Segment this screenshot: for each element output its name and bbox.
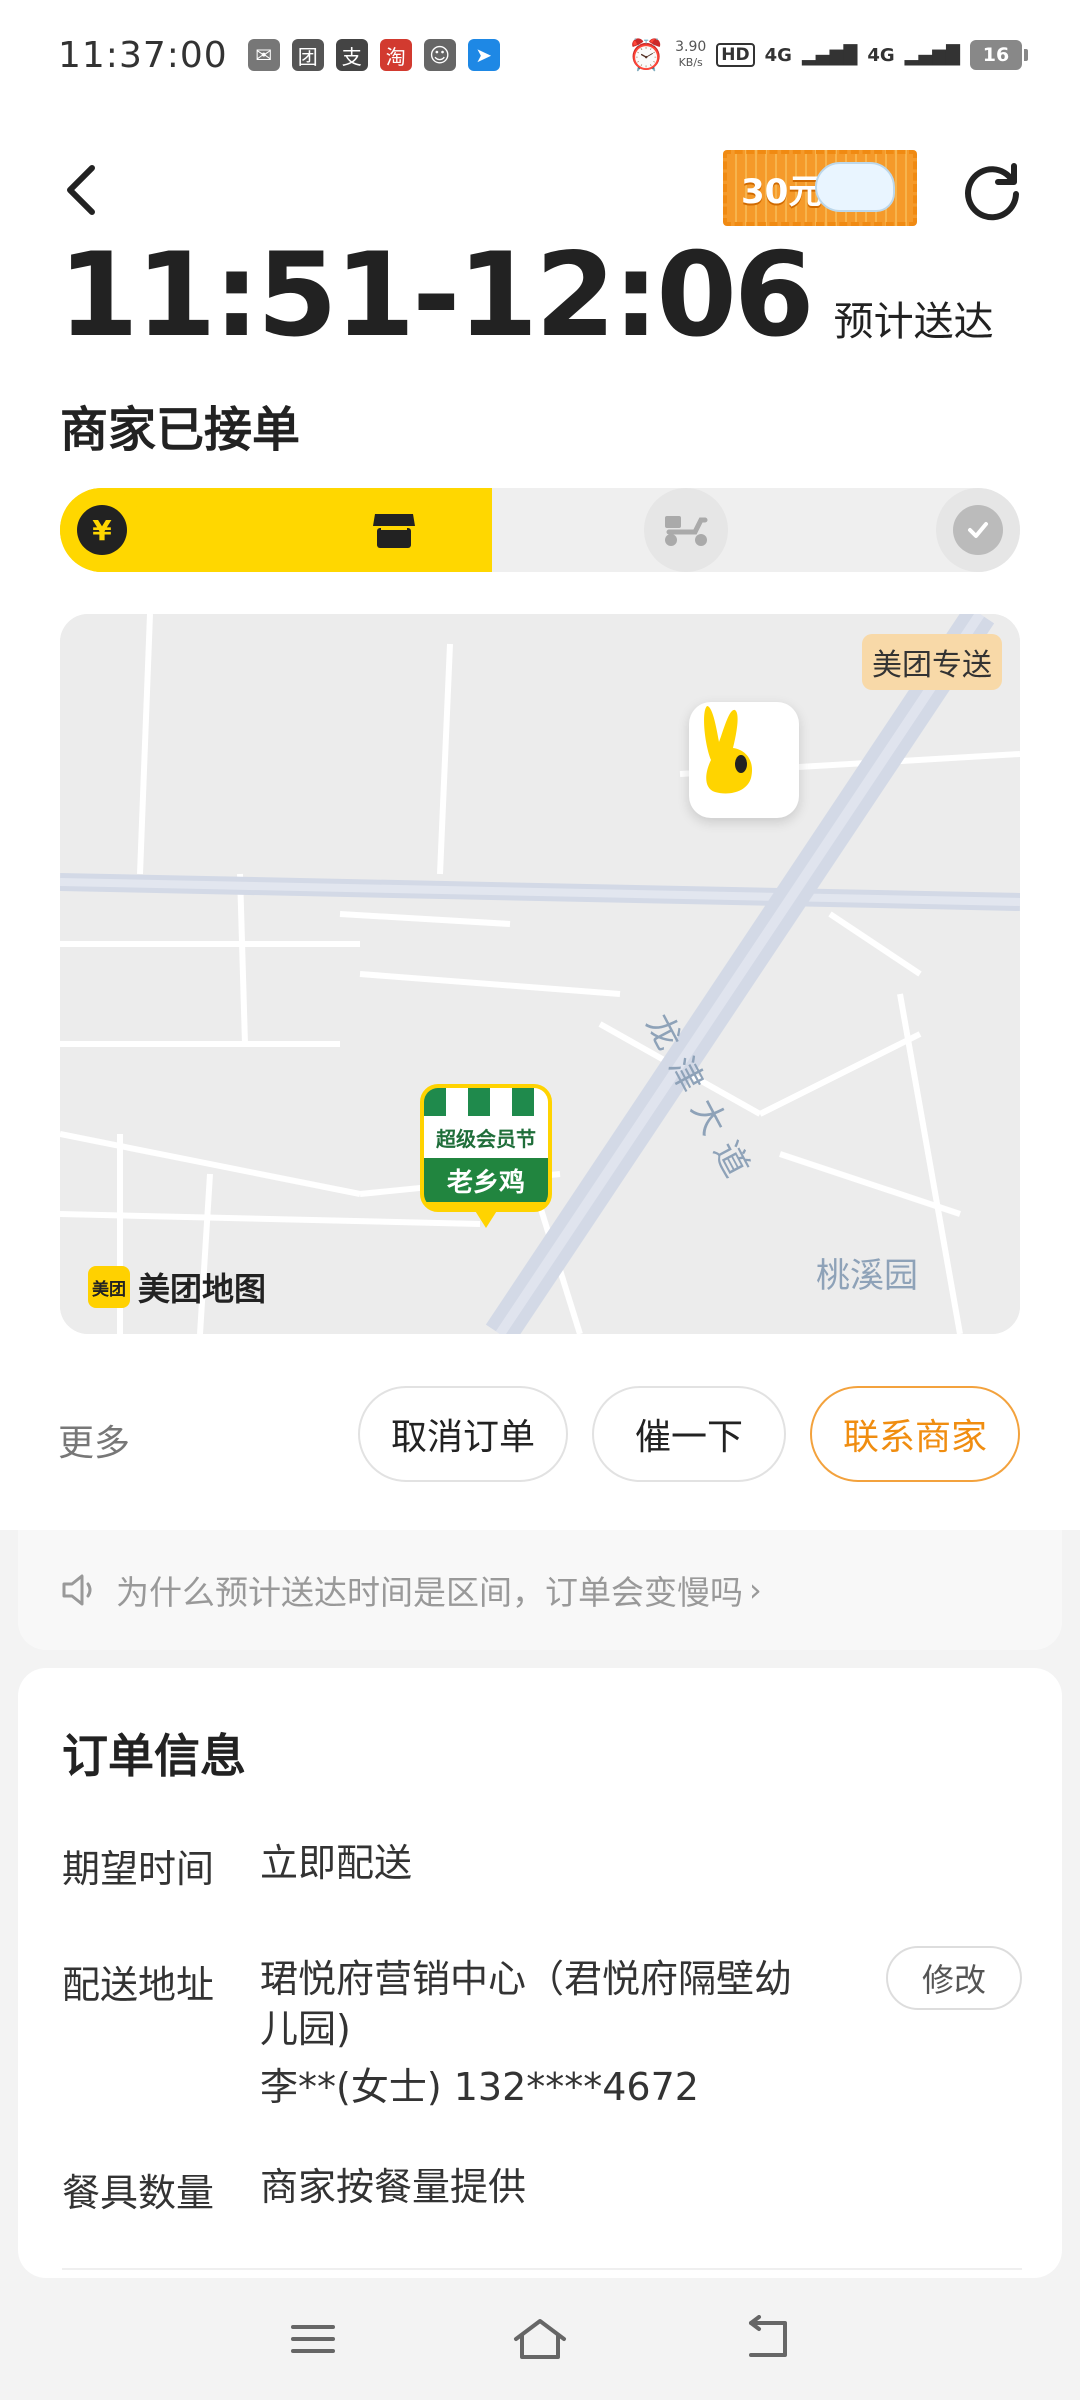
- refresh-button[interactable]: [962, 160, 1024, 222]
- chevron-right-icon: ›: [749, 1571, 762, 1609]
- wechat-icon: ☺: [423, 39, 456, 71]
- hd-badge: HD: [716, 43, 755, 67]
- delivery-progress: ¥: [60, 488, 1020, 572]
- home-button[interactable]: [505, 2304, 575, 2374]
- shop-pin-tail: [472, 1206, 500, 1228]
- order-actions: 更多 取消订单 催一下 联系商家: [0, 1386, 1080, 1482]
- bird-mascot-icon: [815, 162, 895, 212]
- alipay-icon: 支: [335, 39, 368, 71]
- shop-card: 超级会员节 老乡鸡: [420, 1084, 552, 1212]
- expected-time-label: 期望时间: [62, 1847, 215, 1891]
- order-info-title: 订单信息: [62, 1729, 246, 1783]
- map-place-label: 桃溪园: [816, 1256, 918, 1296]
- signal-icon-2: ▂▄▆█: [904, 44, 960, 66]
- map-logo: 美团 美团地图: [88, 1264, 266, 1310]
- shop-banner-text: 超级会员节: [436, 1126, 536, 1151]
- tableware-label: 餐具数量: [62, 2171, 215, 2215]
- refresh-icon: [965, 163, 1019, 221]
- check-shield-icon: [953, 505, 1003, 555]
- net-type-2: 4G: [867, 44, 895, 66]
- status-time: 11:37:00: [58, 34, 228, 76]
- store-icon: [369, 505, 419, 555]
- eta-time: 11:51-12:06: [58, 228, 815, 363]
- expected-time-value: 立即配送: [260, 1841, 413, 1885]
- step-paid: ¥: [60, 488, 144, 572]
- battery-icon: 16: [970, 40, 1028, 70]
- message-icon: ➤: [467, 39, 500, 71]
- step-merchant: [352, 488, 436, 572]
- kangaroo-mascot-icon: [704, 706, 753, 794]
- notification-icons: ✉ 团 支 淘 ☺ ➤: [247, 39, 500, 71]
- contact-line: 李**(女士) 132****4672: [260, 2065, 699, 2109]
- order-info-card: 订单信息 期望时间 立即配送 配送地址 珺悦府营销中心（君悦府隔壁幼 儿园) 李…: [18, 1668, 1062, 2278]
- net-speed: 3.90 KB/s: [675, 40, 706, 70]
- taobao-icon: 淘: [379, 39, 412, 71]
- speaker-icon: [62, 1574, 92, 1606]
- address-line-1: 珺悦府营销中心（君悦府隔壁幼: [260, 1957, 793, 2001]
- chevron-left-icon: [67, 165, 95, 215]
- tableware-value: 商家按餐量提供: [260, 2165, 527, 2209]
- map-logo-text: 美团地图: [138, 1270, 267, 1308]
- menu-button[interactable]: [278, 2304, 348, 2374]
- home-icon: [513, 2319, 566, 2359]
- shop-marker[interactable]: 超级会员节 老乡鸡: [420, 1084, 552, 1234]
- shop-banner: 超级会员节: [424, 1116, 548, 1158]
- address-label: 配送地址: [62, 1963, 215, 2007]
- status-bar: 11:37:00 ✉ 团 支 淘 ☺ ➤ ⏰ 3.90 KB/s HD 4G ▂…: [0, 0, 1080, 110]
- eta-notice[interactable]: 为什么预计送达时间是区间，订单会变慢吗 ›: [18, 1530, 1062, 1650]
- notice-text: 为什么预计送达时间是区间，订单会变慢吗: [116, 1573, 743, 1612]
- scooter-icon: [661, 505, 711, 555]
- net-speed-value: 3.90: [675, 39, 707, 55]
- rider-marker[interactable]: [689, 702, 799, 818]
- contact-merchant-button[interactable]: 联系商家: [810, 1386, 1020, 1482]
- eta-label: 预计送达: [833, 299, 994, 345]
- order-status: 商家已接单: [60, 402, 301, 458]
- delivery-map[interactable]: 美团专送 龙津大道 桃溪园 超级会员节 老乡鸡 美团 美团地图: [60, 614, 1020, 1334]
- address-value: 珺悦府营销中心（君悦府隔壁幼 儿园) 李**(女士) 132****4672: [260, 1954, 860, 2112]
- promo-text: 30元: [741, 171, 823, 212]
- shop-awning: [424, 1088, 548, 1116]
- delivery-type-badge: 美团专送: [862, 634, 1002, 690]
- signal-icon-1: ▂▄▆█: [801, 44, 858, 66]
- menu-icon: [291, 2325, 336, 2353]
- back-nav-button[interactable]: [732, 2304, 802, 2374]
- status-indicators: ⏰ 3.90 KB/s HD 4G ▂▄▆█ 4G ▂▄▆█ 16: [627, 37, 1028, 73]
- system-nav-bar: [0, 2278, 1080, 2400]
- urge-button[interactable]: 催一下: [592, 1386, 786, 1482]
- step-delivered: [936, 488, 1020, 572]
- edit-address-button[interactable]: 修改: [886, 1946, 1022, 2010]
- meituan-logo-icon: 美团: [88, 1266, 130, 1308]
- shop-name: 老乡鸡: [424, 1158, 548, 1202]
- back-button[interactable]: [58, 160, 108, 220]
- net-speed-unit: KB/s: [678, 56, 703, 69]
- more-button[interactable]: 更多: [58, 1414, 130, 1466]
- yen-icon: ¥: [77, 505, 127, 555]
- promo-coupon[interactable]: 30元: [723, 150, 917, 226]
- net-type-1: 4G: [764, 44, 792, 66]
- eta-row: 11:51-12:06 预计送达: [58, 238, 994, 354]
- meituan-icon: 团: [291, 39, 324, 71]
- divider: [62, 2268, 1022, 2270]
- return-icon: [748, 2315, 787, 2357]
- wechat-pay-icon: ✉: [247, 39, 280, 71]
- step-delivering: [644, 488, 728, 572]
- cancel-order-button[interactable]: 取消订单: [358, 1386, 568, 1482]
- address-line-2: 儿园): [260, 2007, 351, 2051]
- alarm-icon: ⏰: [627, 37, 666, 73]
